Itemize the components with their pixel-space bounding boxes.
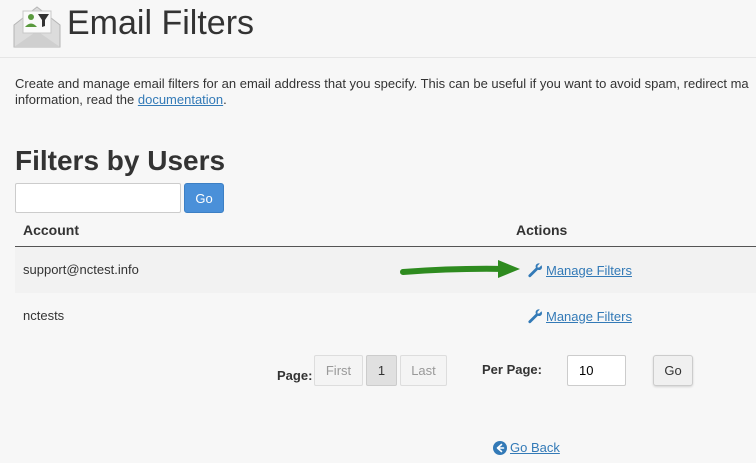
per-page-input[interactable] xyxy=(567,355,626,386)
first-page-button[interactable]: First xyxy=(314,355,363,386)
page-label: Page: xyxy=(277,368,313,383)
manage-filters-label: Manage Filters xyxy=(546,262,632,278)
email-filter-icon xyxy=(13,6,61,48)
account-cell: support@nctest.info xyxy=(23,262,139,277)
go-back-label: Go Back xyxy=(510,440,560,455)
manage-filters-link[interactable]: Manage Filters xyxy=(527,308,632,324)
description-line-1: Create and manage email filters for an e… xyxy=(15,76,749,91)
wrench-icon xyxy=(528,309,543,324)
search-go-button[interactable]: Go xyxy=(184,183,224,213)
section-title: Filters by Users xyxy=(15,145,226,176)
description-line-2-prefix: information, read the xyxy=(15,92,138,107)
wrench-icon xyxy=(528,263,543,278)
per-page-go-button[interactable]: Go xyxy=(653,355,693,386)
manage-filters-label: Manage Filters xyxy=(546,308,632,324)
per-page-label: Per Page: xyxy=(482,362,542,377)
account-column-header: Account xyxy=(23,222,79,238)
page-header: Email Filters xyxy=(0,0,756,58)
page-description: Create and manage email filters for an e… xyxy=(15,76,756,108)
current-page-button[interactable]: 1 xyxy=(366,355,397,386)
account-cell: nctests xyxy=(23,308,65,323)
search-input[interactable] xyxy=(15,183,181,213)
manage-filters-link[interactable]: Manage Filters xyxy=(527,262,632,278)
description-line-2-suffix: . xyxy=(223,92,227,107)
circle-arrow-left-icon xyxy=(493,440,507,455)
actions-column-header: Actions xyxy=(516,222,568,238)
green-arrow-annotation xyxy=(400,260,520,278)
table-row: support@nctest.info Manage Filters xyxy=(15,247,756,293)
page-title: Email Filters xyxy=(67,4,255,42)
table-row: nctests Manage Filters xyxy=(15,293,756,339)
last-page-button[interactable]: Last xyxy=(400,355,447,386)
documentation-link[interactable]: documentation xyxy=(138,92,223,107)
go-back-link[interactable]: Go Back xyxy=(493,440,560,455)
table-header: Account Actions xyxy=(15,219,756,247)
